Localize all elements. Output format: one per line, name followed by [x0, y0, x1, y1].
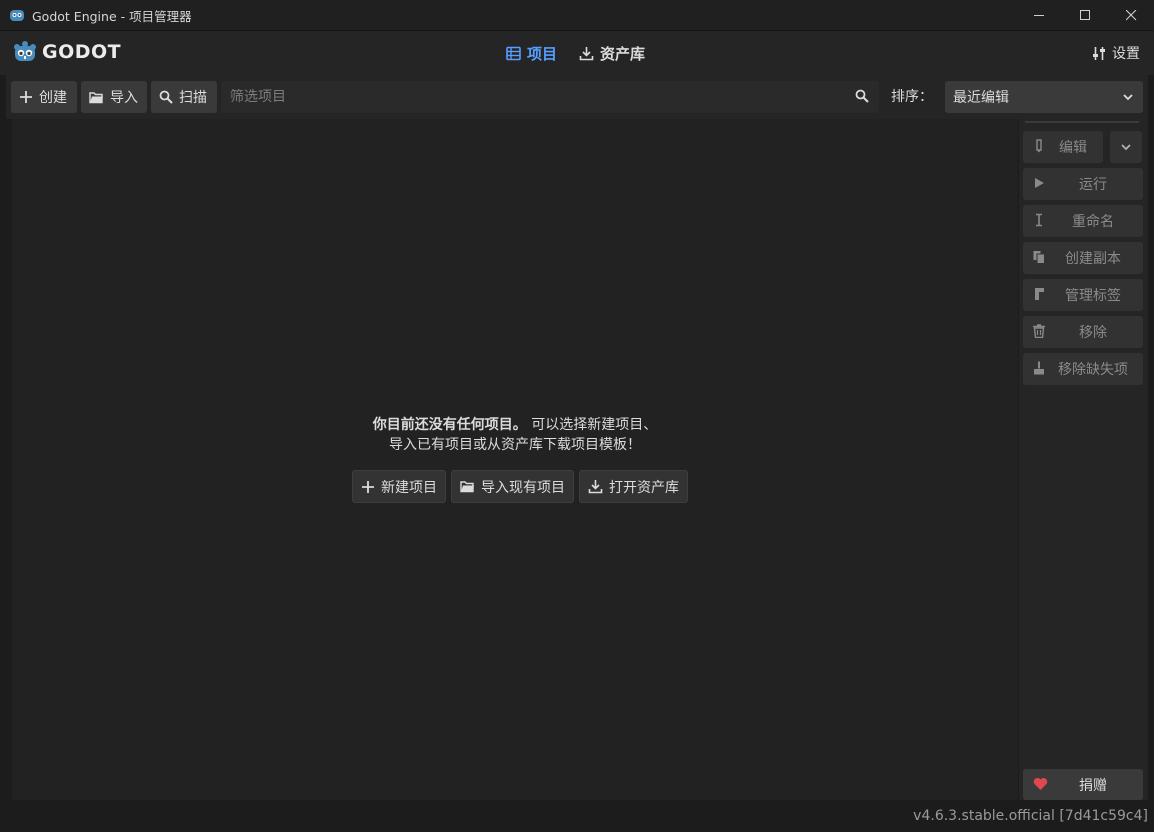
import-button[interactable]: 导入	[81, 81, 147, 113]
window-titlebar: Godot Engine - 项目管理器	[0, 0, 1154, 31]
edit-options-dropdown[interactable]	[1110, 131, 1142, 163]
remove-missing-button[interactable]: 移除缺失项	[1023, 353, 1143, 385]
panel-divider	[1025, 119, 1139, 123]
version-label[interactable]: v4.6.3.stable.official [7d41c59c4]	[913, 808, 1148, 824]
create-button[interactable]: 创建	[11, 81, 77, 113]
filter-projects-input[interactable]	[221, 89, 841, 105]
remove-button[interactable]: 移除	[1023, 316, 1143, 348]
broom-icon	[1034, 361, 1044, 375]
empty-state-line1: 可以选择新建项目、	[531, 417, 658, 433]
window-title: Godot Engine - 项目管理器	[32, 8, 192, 24]
download-icon	[588, 480, 603, 494]
scan-button[interactable]: 扫描	[151, 81, 217, 113]
empty-state-line2: 导入已有项目或从资产库下载项目模板！	[389, 437, 641, 453]
godot-logo: GODOT	[13, 40, 121, 64]
tab-projects[interactable]: 项目	[506, 43, 557, 64]
duplicate-button[interactable]: 创建副本	[1023, 242, 1143, 274]
folder-icon	[89, 91, 103, 103]
scan-label: 扫描	[179, 90, 207, 106]
duplicate-icon	[1033, 251, 1045, 264]
empty-state-bold: 你目前还没有任何项目。	[372, 417, 527, 433]
tools-icon	[1093, 46, 1105, 60]
open-asset-library-label: 打开资产库	[609, 479, 679, 496]
manage-tags-button[interactable]: 管理标签	[1023, 279, 1143, 311]
tab-asset-library[interactable]: 资产库	[579, 43, 645, 64]
text-cursor-icon	[1036, 213, 1042, 227]
download-icon	[579, 46, 594, 60]
edit-button[interactable]: 编辑	[1023, 131, 1103, 163]
rename-button[interactable]: 重命名	[1023, 205, 1143, 237]
sort-label: 排序：	[891, 89, 933, 105]
settings-button[interactable]: 设置	[1092, 31, 1140, 75]
trash-icon	[1033, 324, 1045, 338]
chevron-down-icon	[1123, 94, 1133, 101]
open-asset-library-button[interactable]: 打开资产库	[579, 470, 688, 503]
close-icon	[1125, 10, 1136, 21]
godot-logo-icon	[14, 41, 36, 61]
settings-label: 设置	[1112, 46, 1140, 62]
search-icon	[159, 90, 173, 104]
logo-text: GODOT	[42, 41, 122, 63]
tab-projects-label: 项目	[527, 44, 558, 63]
import-existing-project-button[interactable]: 导入现有项目	[451, 470, 574, 503]
filter-projects-field	[221, 81, 879, 113]
project-actions-panel: 编辑 运行 重命名 创建副本 管理标签 移除 移除缺失项 捐赠	[1019, 119, 1148, 800]
run-button[interactable]: 运行	[1023, 168, 1143, 200]
import-existing-label: 导入现有项目	[481, 479, 565, 496]
new-project-button[interactable]: 新建项目	[352, 470, 446, 503]
search-icon	[855, 89, 869, 103]
close-window-button[interactable]	[1108, 0, 1154, 31]
play-icon	[1035, 178, 1044, 188]
minimize-button[interactable]	[1016, 0, 1062, 31]
project-list: 你目前还没有任何项目。 可以选择新建项目、 导入已有项目或从资产库下载项目模板！…	[12, 119, 1018, 800]
sort-select[interactable]: 最近编辑	[945, 81, 1143, 113]
create-label: 创建	[39, 90, 67, 106]
donate-button[interactable]: 捐赠	[1023, 769, 1143, 800]
chevron-down-icon	[1121, 144, 1131, 151]
project-toolbar: 创建 导入 扫描 排序： 最近编辑	[6, 75, 1148, 119]
heart-icon	[1033, 778, 1048, 790]
import-label: 导入	[110, 90, 138, 106]
pencil-icon	[1036, 139, 1042, 153]
plus-icon	[362, 480, 374, 493]
tab-asset-library-label: 资产库	[600, 44, 646, 63]
maximize-button[interactable]	[1062, 0, 1108, 31]
minimize-icon	[1033, 15, 1044, 16]
empty-state-message: 你目前还没有任何项目。 可以选择新建项目、 导入已有项目或从资产库下载项目模板！	[12, 415, 1018, 455]
maximize-icon	[1079, 10, 1090, 20]
folder-icon	[460, 481, 474, 493]
godot-app-icon	[10, 10, 24, 21]
project-list-icon	[506, 46, 521, 60]
app-header: GODOT 项目 资产库 设置	[0, 31, 1154, 75]
tag-icon	[1035, 288, 1044, 300]
plus-icon	[20, 91, 32, 103]
new-project-label: 新建项目	[381, 479, 437, 496]
sort-value: 最近编辑	[953, 90, 1009, 106]
